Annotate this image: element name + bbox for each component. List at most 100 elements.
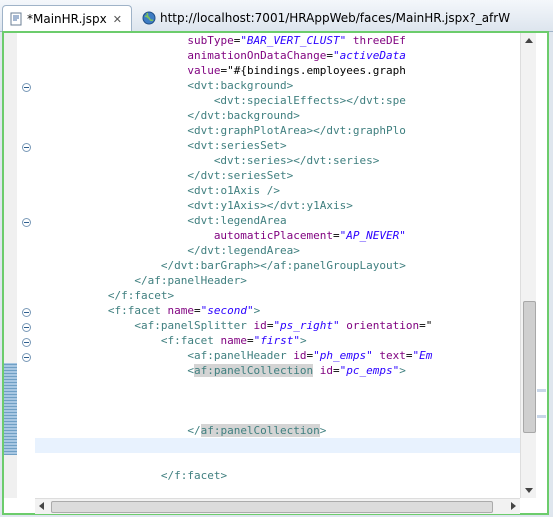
code-text-area[interactable]: subType="BAR_VERT_CLUST" threeDEf animat… bbox=[35, 33, 520, 498]
source-editor[interactable]: subType="BAR_VERT_CLUST" threeDEf animat… bbox=[2, 31, 549, 515]
jspx-file-icon bbox=[9, 12, 23, 26]
code-token: <dvt:specialEffects></dvt:spe bbox=[213, 94, 406, 107]
code-token: <dvt:legendArea bbox=[187, 214, 287, 227]
horizontal-scrollbar[interactable] bbox=[35, 498, 520, 514]
code-token: </dvt:legendArea> bbox=[187, 244, 300, 257]
code-token: af:panelCollection bbox=[193, 364, 314, 377]
code-token: > bbox=[399, 364, 406, 377]
code-line[interactable]: <af:panelHeader id="ph_emps" text="Em bbox=[35, 348, 432, 363]
change-ruler bbox=[4, 33, 17, 498]
current-line-highlight bbox=[35, 438, 520, 453]
tab-mainhr-jspx[interactable]: *MainHR.jspx ✕ bbox=[2, 5, 132, 32]
code-token: <f:facet bbox=[107, 304, 161, 317]
fold-toggle-icon[interactable] bbox=[22, 83, 31, 92]
code-token: = bbox=[405, 349, 413, 362]
code-line[interactable]: <dvt:series></dvt:series> bbox=[35, 153, 380, 168]
code-token: "second" bbox=[200, 304, 254, 317]
code-token: = bbox=[333, 364, 340, 377]
code-token: orientation bbox=[339, 319, 420, 332]
code-line[interactable]: <dvt:specialEffects></dvt:spe bbox=[35, 93, 406, 108]
code-token: </f:facet> bbox=[160, 469, 228, 482]
code-line[interactable]: <f:facet name="first"> bbox=[35, 333, 307, 348]
scroll-down-icon[interactable] bbox=[525, 488, 533, 493]
code-token: name bbox=[213, 334, 247, 347]
fold-toggle-icon[interactable] bbox=[22, 218, 31, 227]
code-line[interactable]: </dvt:background> bbox=[35, 108, 300, 123]
code-token: id bbox=[246, 319, 267, 332]
code-token: <dvt:seriesSet> bbox=[187, 139, 287, 152]
code-line[interactable]: </f:facet> bbox=[35, 468, 227, 483]
code-line[interactable]: <f:facet name="second"> bbox=[35, 303, 260, 318]
code-line[interactable]: subType="BAR_VERT_CLUST" threeDEf bbox=[35, 33, 406, 48]
tab-browser-preview[interactable]: http://localhost:7001/HRAppWeb/faces/Mai… bbox=[136, 6, 510, 30]
close-icon[interactable]: ✕ bbox=[113, 13, 122, 26]
code-token: </dvt:seriesSet> bbox=[187, 169, 294, 182]
code-line[interactable]: </dvt:seriesSet> bbox=[35, 168, 293, 183]
fold-toggle-icon[interactable] bbox=[22, 143, 31, 152]
code-token: "activeData bbox=[333, 49, 406, 62]
scroll-right-icon[interactable] bbox=[511, 502, 516, 510]
code-token: name bbox=[160, 304, 194, 317]
code-token: automaticPlacement bbox=[213, 229, 334, 242]
code-line[interactable]: <af:panelCollection id="pc_emps"> bbox=[35, 363, 406, 378]
code-line[interactable]: <dvt:o1Axis /> bbox=[35, 183, 280, 198]
fold-toggle-icon[interactable] bbox=[22, 308, 31, 317]
code-token: </dvt:barGraph></af:panelGroupLayout> bbox=[160, 259, 406, 272]
horizontal-scroll-thumb[interactable] bbox=[51, 501, 493, 513]
code-line[interactable]: </dvt:barGraph></af:panelGroupLayout> bbox=[35, 258, 406, 273]
scroll-left-icon[interactable] bbox=[39, 502, 44, 510]
fold-gutter bbox=[17, 33, 35, 498]
code-token: <dvt:o1Axis /> bbox=[187, 184, 281, 197]
code-line[interactable]: <dvt:legendArea bbox=[35, 213, 287, 228]
code-line[interactable]: <dvt:background> bbox=[35, 78, 293, 93]
code-token: id bbox=[313, 364, 334, 377]
code-token: animationOnDataChange bbox=[187, 49, 327, 62]
code-token: text bbox=[372, 349, 406, 362]
code-token: > bbox=[253, 304, 261, 317]
code-token: <dvt:graphPlotArea></dvt:graphPlo bbox=[187, 124, 406, 137]
overview-ruler[interactable] bbox=[536, 33, 547, 498]
scroll-up-icon[interactable] bbox=[525, 38, 533, 43]
code-token: = bbox=[333, 229, 340, 242]
code-line[interactable]: </f:facet> bbox=[35, 288, 174, 303]
vertical-scroll-thumb[interactable] bbox=[523, 301, 536, 433]
fold-toggle-icon[interactable] bbox=[22, 353, 31, 362]
code-token: <dvt:series></dvt:series> bbox=[213, 154, 380, 167]
code-line[interactable]: <dvt:graphPlotArea></dvt:graphPlo bbox=[35, 123, 406, 138]
code-token: </dvt:background> bbox=[187, 109, 300, 122]
code-line[interactable]: </dvt:legendArea> bbox=[35, 243, 300, 258]
code-line[interactable]: </af:panelHeader> bbox=[35, 273, 247, 288]
code-token: threeDEf bbox=[346, 34, 406, 47]
code-line[interactable]: </af:panelCollection> bbox=[35, 423, 326, 438]
code-token: <dvt:background> bbox=[187, 79, 294, 92]
fold-toggle-icon[interactable] bbox=[22, 323, 31, 332]
code-line[interactable]: automaticPlacement="AP_NEVER" bbox=[35, 228, 406, 243]
code-line[interactable]: value="#{bindings.employees.graph bbox=[35, 63, 406, 78]
code-line[interactable]: <dvt:seriesSet> bbox=[35, 138, 287, 153]
code-token: ="#{bindings.employees.graph bbox=[220, 64, 406, 77]
fold-toggle-icon[interactable] bbox=[22, 338, 31, 347]
code-token: id bbox=[286, 349, 307, 362]
code-line[interactable]: <af:panelSplitter id="ps_right" orientat… bbox=[35, 318, 432, 333]
overview-marker[interactable] bbox=[537, 415, 546, 418]
vertical-scrollbar[interactable] bbox=[520, 33, 537, 498]
code-line[interactable]: <dvt:y1Axis></dvt:y1Axis> bbox=[35, 198, 353, 213]
code-token: = bbox=[193, 304, 201, 317]
code-token: af:panelCollection bbox=[200, 424, 320, 437]
code-token: <f:facet bbox=[160, 334, 214, 347]
code-line[interactable]: animationOnDataChange="activeData bbox=[35, 48, 406, 63]
overview-marker[interactable] bbox=[537, 389, 546, 392]
